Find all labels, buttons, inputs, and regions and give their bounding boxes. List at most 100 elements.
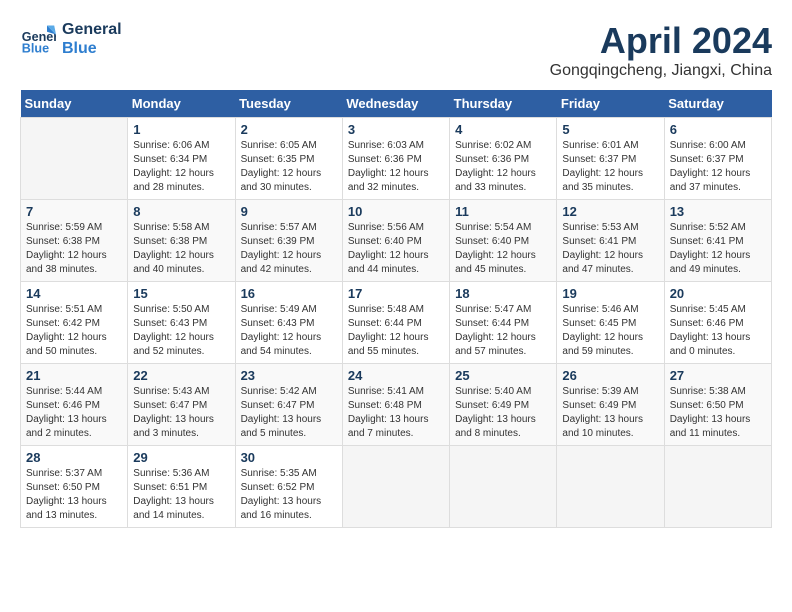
calendar-cell — [21, 118, 128, 200]
logo-icon: General Blue — [20, 21, 56, 57]
calendar-cell: 6 Sunrise: 6:00 AMSunset: 6:37 PMDaylight… — [664, 118, 771, 200]
day-number: 2 — [241, 122, 337, 137]
calendar-cell: 22 Sunrise: 5:43 AMSunset: 6:47 PMDayligh… — [128, 364, 235, 446]
day-number: 1 — [133, 122, 229, 137]
calendar-cell: 14 Sunrise: 5:51 AMSunset: 6:42 PMDayligh… — [21, 282, 128, 364]
day-number: 20 — [670, 286, 766, 301]
calendar-cell: 21Sunrise: 5:44 AMSunset: 6:46 PMDayligh… — [21, 364, 128, 446]
day-header-monday: Monday — [128, 90, 235, 118]
calendar-cell: 15Sunrise: 5:50 AMSunset: 6:43 PMDayligh… — [128, 282, 235, 364]
day-info: Sunrise: 5:59 AMSunset: 6:38 PMDaylight:… — [26, 221, 122, 277]
day-info: Sunrise: 5:37 AMSunset: 6:50 PMDaylight:… — [26, 467, 122, 523]
day-number: 26 — [562, 368, 658, 383]
day-info: Sunrise: 5:45 AMSunset: 6:46 PMDaylight:… — [670, 303, 766, 359]
day-info: Sunrise: 5:49 AMSunset: 6:43 PMDaylight:… — [241, 303, 337, 359]
calendar-week-row: 14 Sunrise: 5:51 AMSunset: 6:42 PMDayligh… — [21, 282, 772, 364]
day-number: 6 — [670, 122, 766, 137]
calendar-week-row: 7Sunrise: 5:59 AMSunset: 6:38 PMDaylight… — [21, 200, 772, 282]
calendar-cell: 9 Sunrise: 5:57 AMSunset: 6:39 PMDaylight… — [235, 200, 342, 282]
day-number: 30 — [241, 450, 337, 465]
calendar-cell: 29 Sunrise: 5:36 AMSunset: 6:51 PMDayligh… — [128, 446, 235, 528]
day-info: Sunrise: 5:35 AMSunset: 6:52 PMDaylight:… — [241, 467, 337, 523]
day-info: Sunrise: 5:41 AMSunset: 6:48 PMDaylight:… — [348, 385, 444, 441]
day-info: Sunrise: 5:54 AMSunset: 6:40 PMDaylight:… — [455, 221, 551, 277]
calendar-week-row: 21Sunrise: 5:44 AMSunset: 6:46 PMDayligh… — [21, 364, 772, 446]
calendar-cell: 23 Sunrise: 5:42 AMSunset: 6:47 PMDayligh… — [235, 364, 342, 446]
month-title: April 2024 — [550, 20, 772, 62]
day-header-wednesday: Wednesday — [342, 90, 449, 118]
day-info: Sunrise: 6:03 AMSunset: 6:36 PMDaylight:… — [348, 139, 444, 195]
calendar-cell: 11Sunrise: 5:54 AMSunset: 6:40 PMDayligh… — [450, 200, 557, 282]
day-number: 19 — [562, 286, 658, 301]
day-number: 16 — [241, 286, 337, 301]
calendar-week-row: 28 Sunrise: 5:37 AMSunset: 6:50 PMDayligh… — [21, 446, 772, 528]
calendar-header-row: SundayMondayTuesdayWednesdayThursdayFrid… — [21, 90, 772, 118]
calendar-cell: 24 Sunrise: 5:41 AMSunset: 6:48 PMDayligh… — [342, 364, 449, 446]
day-info: Sunrise: 5:40 AMSunset: 6:49 PMDaylight:… — [455, 385, 551, 441]
day-info: Sunrise: 5:42 AMSunset: 6:47 PMDaylight:… — [241, 385, 337, 441]
day-number: 4 — [455, 122, 551, 137]
day-info: Sunrise: 5:57 AMSunset: 6:39 PMDaylight:… — [241, 221, 337, 277]
calendar-cell: 3 Sunrise: 6:03 AMSunset: 6:36 PMDaylight… — [342, 118, 449, 200]
day-number: 24 — [348, 368, 444, 383]
day-number: 28 — [26, 450, 122, 465]
day-header-friday: Friday — [557, 90, 664, 118]
day-number: 17 — [348, 286, 444, 301]
day-number: 9 — [241, 204, 337, 219]
day-header-thursday: Thursday — [450, 90, 557, 118]
logo: General Blue General Blue — [20, 20, 122, 58]
day-info: Sunrise: 6:00 AMSunset: 6:37 PMDaylight:… — [670, 139, 766, 195]
calendar-cell: 26 Sunrise: 5:39 AMSunset: 6:49 PMDayligh… — [557, 364, 664, 446]
day-number: 5 — [562, 122, 658, 137]
day-info: Sunrise: 5:58 AMSunset: 6:38 PMDaylight:… — [133, 221, 229, 277]
day-number: 23 — [241, 368, 337, 383]
day-header-saturday: Saturday — [664, 90, 771, 118]
day-number: 18 — [455, 286, 551, 301]
calendar-cell: 16 Sunrise: 5:49 AMSunset: 6:43 PMDayligh… — [235, 282, 342, 364]
day-info: Sunrise: 5:43 AMSunset: 6:47 PMDaylight:… — [133, 385, 229, 441]
calendar-cell: 28 Sunrise: 5:37 AMSunset: 6:50 PMDayligh… — [21, 446, 128, 528]
day-number: 13 — [670, 204, 766, 219]
logo-text-line1: General — [62, 20, 122, 39]
calendar-table: SundayMondayTuesdayWednesdayThursdayFrid… — [20, 90, 772, 528]
title-block: April 2024 Gongqingcheng, Jiangxi, China — [550, 20, 772, 80]
calendar-cell: 12 Sunrise: 5:53 AMSunset: 6:41 PMDayligh… — [557, 200, 664, 282]
day-info: Sunrise: 5:47 AMSunset: 6:44 PMDaylight:… — [455, 303, 551, 359]
day-number: 8 — [133, 204, 229, 219]
calendar-cell — [342, 446, 449, 528]
day-info: Sunrise: 5:53 AMSunset: 6:41 PMDaylight:… — [562, 221, 658, 277]
day-number: 10 — [348, 204, 444, 219]
calendar-week-row: 1 Sunrise: 6:06 AMSunset: 6:34 PMDaylight… — [21, 118, 772, 200]
day-info: Sunrise: 6:01 AMSunset: 6:37 PMDaylight:… — [562, 139, 658, 195]
day-info: Sunrise: 6:05 AMSunset: 6:35 PMDaylight:… — [241, 139, 337, 195]
calendar-cell: 1 Sunrise: 6:06 AMSunset: 6:34 PMDaylight… — [128, 118, 235, 200]
day-info: Sunrise: 5:36 AMSunset: 6:51 PMDaylight:… — [133, 467, 229, 523]
calendar-cell: 19 Sunrise: 5:46 AMSunset: 6:45 PMDayligh… — [557, 282, 664, 364]
day-number: 25 — [455, 368, 551, 383]
day-number: 14 — [26, 286, 122, 301]
day-number: 27 — [670, 368, 766, 383]
day-number: 15 — [133, 286, 229, 301]
calendar-cell: 17Sunrise: 5:48 AMSunset: 6:44 PMDayligh… — [342, 282, 449, 364]
calendar-cell: 18 Sunrise: 5:47 AMSunset: 6:44 PMDayligh… — [450, 282, 557, 364]
svg-text:Blue: Blue — [22, 42, 49, 56]
day-info: Sunrise: 6:06 AMSunset: 6:34 PMDaylight:… — [133, 139, 229, 195]
day-info: Sunrise: 5:56 AMSunset: 6:40 PMDaylight:… — [348, 221, 444, 277]
day-info: Sunrise: 5:52 AMSunset: 6:41 PMDaylight:… — [670, 221, 766, 277]
calendar-cell: 4Sunrise: 6:02 AMSunset: 6:36 PMDaylight… — [450, 118, 557, 200]
day-number: 3 — [348, 122, 444, 137]
calendar-cell — [664, 446, 771, 528]
day-info: Sunrise: 5:51 AMSunset: 6:42 PMDaylight:… — [26, 303, 122, 359]
day-number: 29 — [133, 450, 229, 465]
calendar-cell: 27Sunrise: 5:38 AMSunset: 6:50 PMDayligh… — [664, 364, 771, 446]
day-number: 22 — [133, 368, 229, 383]
location-title: Gongqingcheng, Jiangxi, China — [550, 62, 772, 80]
day-number: 21 — [26, 368, 122, 383]
calendar-cell: 2 Sunrise: 6:05 AMSunset: 6:35 PMDaylight… — [235, 118, 342, 200]
calendar-cell: 5 Sunrise: 6:01 AMSunset: 6:37 PMDaylight… — [557, 118, 664, 200]
day-number: 12 — [562, 204, 658, 219]
calendar-cell: 7Sunrise: 5:59 AMSunset: 6:38 PMDaylight… — [21, 200, 128, 282]
day-info: Sunrise: 5:46 AMSunset: 6:45 PMDaylight:… — [562, 303, 658, 359]
day-info: Sunrise: 5:39 AMSunset: 6:49 PMDaylight:… — [562, 385, 658, 441]
calendar-cell: 10 Sunrise: 5:56 AMSunset: 6:40 PMDayligh… — [342, 200, 449, 282]
